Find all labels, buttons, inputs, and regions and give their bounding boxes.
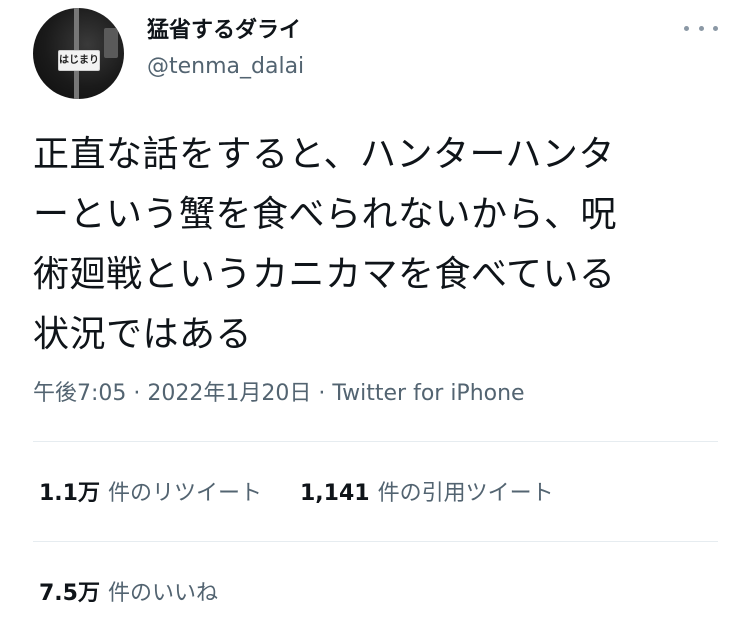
quotes-stat[interactable]: 1,141 件の引用ツイート <box>300 475 554 507</box>
avatar-sign: はじまり <box>58 50 100 71</box>
more-horizontal-icon <box>684 25 689 31</box>
quote-label: 件の引用ツイート <box>377 481 554 506</box>
retweet-count: 1.1万 <box>39 481 100 506</box>
more-options-button[interactable] <box>684 16 718 40</box>
quote-count: 1,141 <box>300 481 370 506</box>
more-horizontal-icon <box>713 25 718 31</box>
tweet-text-line: 正直な話をすると、ハンターハンタ <box>33 134 615 175</box>
avatar-background-light <box>104 28 118 58</box>
user-handle[interactable]: @tenma_dalai <box>147 54 304 79</box>
more-horizontal-icon <box>698 25 704 31</box>
tweet-detail: はじまり 猛省するダライ @tenma_dalai 正直な話をすると、ハンターハ… <box>0 0 750 633</box>
divider <box>33 441 718 442</box>
avatar[interactable]: はじまり <box>33 8 124 99</box>
tweet-text-line: 術廻戦というカニカマを食べている <box>33 254 616 295</box>
likes-stats: 7.5万 件のいいね <box>39 575 256 607</box>
tweet-text: 正直な話をすると、ハンターハンタ ーという蟹を食べられないから、呪 術廻戦という… <box>33 125 723 365</box>
tweet-text-line: ーという蟹を食べられないから、呪 <box>33 194 618 235</box>
like-label: 件のいいね <box>107 581 218 606</box>
likes-stat[interactable]: 7.5万 件のいいね <box>39 575 218 607</box>
engagement-stats: 1.1万 件のリツイート 1,141 件の引用ツイート <box>39 475 592 507</box>
retweets-stat[interactable]: 1.1万 件のリツイート <box>39 475 262 507</box>
display-name[interactable]: 猛省するダライ <box>147 12 301 44</box>
like-count: 7.5万 <box>39 581 100 606</box>
divider <box>33 541 718 542</box>
tweet-timestamp-source[interactable]: 午後7:05 · 2022年1月20日 · Twitter for iPhone <box>33 375 525 407</box>
retweet-label: 件のリツイート <box>107 481 262 506</box>
tweet-text-line: 状況ではある <box>33 314 253 355</box>
